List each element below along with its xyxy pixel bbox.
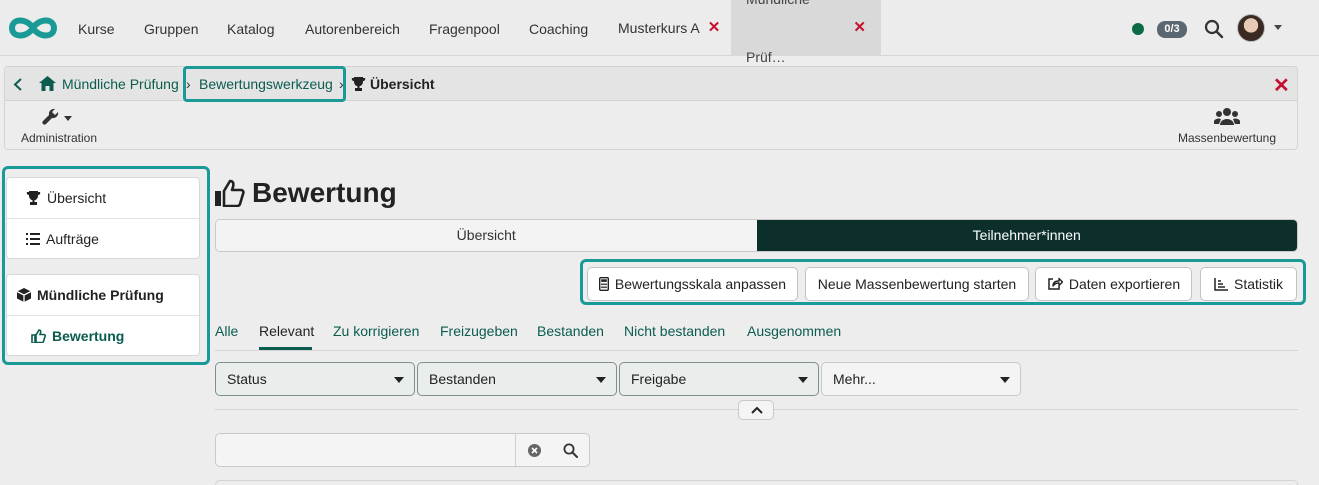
filter-tab-bestanden[interactable]: Bestanden (537, 323, 604, 339)
divider (215, 350, 1298, 351)
home-icon (39, 76, 56, 91)
close-tab-icon[interactable]: ✕ (853, 0, 866, 57)
nav-item-coaching[interactable]: Coaching (529, 0, 588, 56)
infinity-logo-icon[interactable] (6, 13, 60, 43)
trophy-icon (351, 77, 366, 91)
thumbs-up-icon (215, 179, 245, 207)
search-field-group (215, 433, 590, 467)
page-title-text: Bewertung (252, 177, 397, 208)
tab-muendliche-pruefung[interactable]: Mündliche Prüf… ✕ (731, 0, 881, 65)
chevron-up-icon (751, 406, 763, 414)
caret-down-icon (596, 377, 606, 383)
wrench-icon (42, 108, 72, 125)
release-filter-dropdown[interactable]: Freigabe (619, 362, 819, 396)
segment-teilnehmerinnen[interactable]: Teilnehmer*innen (756, 220, 1297, 251)
search-icon[interactable] (1204, 19, 1224, 39)
nav-item-fragenpool[interactable]: Fragenpool (429, 0, 500, 56)
avatar[interactable] (1237, 14, 1265, 42)
back-chevron-icon[interactable] (13, 78, 23, 91)
tab-musterkurs-a[interactable]: Musterkurs A ✕ (618, 0, 720, 56)
search-icon (563, 443, 578, 458)
dropdown-value: Mehr... (833, 371, 876, 387)
search-submit-button[interactable] (552, 434, 589, 466)
nav-item-gruppen[interactable]: Gruppen (144, 0, 198, 56)
collapse-filters-button[interactable] (738, 400, 774, 420)
table-top-edge (215, 480, 1298, 485)
breadcrumb-highlight-frame (183, 66, 346, 102)
status-filter-dropdown[interactable]: Status (215, 362, 415, 396)
nav-item-autorenbereich[interactable]: Autorenbereich (305, 0, 400, 56)
passed-filter-dropdown[interactable]: Bestanden (417, 362, 617, 396)
online-users-badge[interactable]: 0/3 (1157, 21, 1187, 38)
actions-highlight-frame (580, 259, 1306, 305)
segment-uebersicht[interactable]: Übersicht (216, 220, 757, 251)
close-tab-icon[interactable]: ✕ (708, 0, 721, 57)
filter-tab-alle[interactable]: Alle (215, 323, 238, 339)
users-icon (1214, 108, 1240, 125)
caret-down-icon (1000, 377, 1010, 383)
nav-item-katalog[interactable]: Katalog (227, 0, 274, 56)
chevron-down-icon[interactable] (1274, 25, 1282, 30)
close-icon[interactable]: ✕ (1273, 73, 1290, 98)
caret-down-icon (798, 377, 808, 383)
sidebar-highlight-frame (2, 166, 210, 365)
breadcrumb-current: Übersicht (370, 76, 435, 92)
filter-tab-zu-korrigieren[interactable]: Zu korrigieren (333, 323, 419, 339)
dropdown-value: Status (227, 371, 267, 387)
dropdown-value: Freigabe (631, 371, 687, 387)
more-filters-dropdown[interactable]: Mehr... (821, 362, 1021, 396)
online-status-icon (1132, 23, 1144, 35)
filter-tab-nicht-bestanden[interactable]: Nicht bestanden (624, 323, 725, 339)
tab-label: Musterkurs A (618, 20, 700, 36)
filter-tab-relevant[interactable]: Relevant (259, 323, 314, 339)
clear-search-button[interactable] (515, 434, 552, 466)
breadcrumb-item-muendliche-pruefung[interactable]: Mündliche Prüfung (62, 67, 179, 101)
caret-down-icon (394, 377, 404, 383)
top-navigation: Kurse Gruppen Katalog Autorenbereich Fra… (0, 0, 1319, 65)
view-segmented-control: Übersicht Teilnehmer*innen (215, 219, 1298, 252)
nav-item-kurse[interactable]: Kurse (78, 0, 115, 56)
administration-button[interactable]: Administration (19, 107, 99, 145)
page-title: Bewertung (214, 174, 397, 212)
clear-circle-icon (528, 444, 541, 457)
mass-grading-button[interactable]: Massenbewertung (1173, 107, 1281, 145)
dropdown-value: Bestanden (429, 371, 496, 387)
mass-grading-label: Massenbewertung (1177, 131, 1277, 145)
filter-tab-ausgenommen[interactable]: Ausgenommen (747, 323, 841, 339)
administration-label: Administration (20, 131, 98, 145)
search-input[interactable] (216, 434, 516, 466)
filter-tab-freizugeben[interactable]: Freizugeben (440, 323, 518, 339)
